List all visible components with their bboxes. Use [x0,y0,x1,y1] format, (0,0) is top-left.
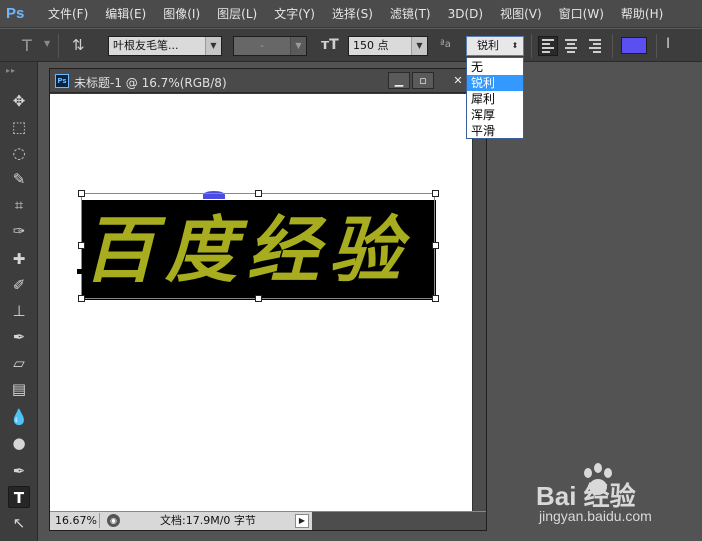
font-size-value: 150 点 [353,39,389,52]
canvas[interactable]: 百度经验 [50,94,472,511]
warp-text-icon[interactable]: Ⅰ [666,36,670,52]
history-brush-tool-icon[interactable]: ✒ [8,326,30,348]
menu-edit[interactable]: 编辑(E) [105,5,146,22]
transform-handle-bottom-left[interactable] [78,295,85,302]
path-selection-tool-icon[interactable]: ↖ [8,512,30,534]
font-family-select[interactable]: 叶根友毛笔... ▼ [108,36,222,56]
align-center-button[interactable] [562,36,582,56]
maximize-button[interactable]: ▫ [412,72,434,89]
menu-select[interactable]: 选择(S) [332,5,373,22]
updown-arrows-icon: ⬍ [507,37,523,55]
clone-stamp-tool-icon[interactable]: ⊥ [8,300,30,322]
align-right-button[interactable] [586,36,606,56]
font-family-value: 叶根友毛笔... [113,39,179,52]
eraser-tool-icon[interactable]: ▱ [8,352,30,374]
transform-handle-bottom[interactable] [255,295,262,302]
text-color-swatch[interactable] [621,37,647,54]
text-orientation-icon[interactable]: ⇅ [72,36,85,54]
photoshop-logo: Ps [6,4,25,22]
menu-bar: Ps 文件(F) 编辑(E) 图像(I) 图层(L) 文字(Y) 选择(S) 滤… [0,0,702,28]
chevron-down-icon: ▼ [290,37,306,55]
text-bounding-box[interactable] [81,193,435,299]
document-window: Ps 未标题-1 @ 16.7%(RGB/8) ▁ ▫ ✕ 百度经验 16.67… [49,68,487,531]
antialias-dropdown-list: 无 锐利 犀利 浑厚 平滑 [466,57,524,139]
menu-help[interactable]: 帮助(H) [621,5,663,22]
separator [531,34,532,58]
menu-3d[interactable]: 3D(D) [448,7,483,21]
blur-tool-icon[interactable]: 💧 [8,406,30,428]
status-info-icon[interactable]: ◉ [107,514,120,527]
menu-layer[interactable]: 图层(L) [217,5,257,22]
document-title: 未标题-1 @ 16.7%(RGB/8) [74,76,227,90]
antialias-option-sharp[interactable]: 锐利 [467,75,523,91]
transform-handle-top[interactable] [255,190,262,197]
transform-handle-right[interactable] [432,242,439,249]
menu-image[interactable]: 图像(I) [163,5,200,22]
font-style-select[interactable]: - ▼ [233,36,307,56]
antialias-option-strong[interactable]: 浑厚 [467,107,523,123]
text-anchor-mark [77,269,82,274]
transform-handle-top-left[interactable] [78,190,85,197]
antialias-option-crisp[interactable]: 犀利 [467,91,523,107]
chevron-down-icon: ▼ [205,37,221,55]
menu-filter[interactable]: 滤镜(T) [390,5,431,22]
gradient-tool-icon[interactable]: ▤ [8,378,30,400]
status-bar: 16.67% ◉ 文档:17.9M/0 字节 ▶ [50,511,486,530]
transform-handle-bottom-right[interactable] [432,295,439,302]
zoom-field[interactable]: 16.67% [52,513,100,528]
chevron-down-icon: ▼ [411,37,427,55]
text-tool-preset-icon[interactable]: T [22,36,40,55]
separator [58,34,59,58]
dodge-tool-icon[interactable]: ● [8,432,30,454]
crop-tool-icon[interactable]: ⌗ [8,194,30,216]
options-bar: T ▼ ⇅ 叶根友毛笔... ▼ - ▼ тT 150 点 ▼ ªa 锐利 ⬍ … [0,28,702,62]
ps-document-icon: Ps [55,74,69,88]
transform-handle-top-right[interactable] [432,190,439,197]
horizontal-scrollbar[interactable] [312,512,486,530]
pen-tool-icon[interactable]: ✒ [8,460,30,482]
document-info: 文档:17.9M/0 字节 [160,514,256,527]
menu-file[interactable]: 文件(F) [48,5,88,22]
document-titlebar[interactable]: Ps 未标题-1 @ 16.7%(RGB/8) ▁ ▫ ✕ [50,69,486,93]
status-menu-arrow-icon[interactable]: ▶ [295,514,309,528]
move-tool-icon[interactable]: ✥ [8,90,30,112]
antialias-select[interactable]: 锐利 ⬍ [466,36,524,56]
separator [612,34,613,58]
minimize-button[interactable]: ▁ [388,72,410,89]
antialias-icon: ªa [440,39,451,50]
antialias-value: 锐利 [477,39,499,52]
chevron-down-icon[interactable]: ▼ [44,39,50,48]
menu-window[interactable]: 窗口(W) [559,5,604,22]
vertical-scrollbar[interactable] [472,94,486,511]
font-style-value: - [260,39,264,52]
separator [656,34,657,58]
type-tool-icon[interactable]: T [8,486,30,508]
antialias-option-none[interactable]: 无 [467,59,523,75]
watermark-url: jingyan.baidu.com [539,508,652,524]
tools-panel: ▸▸ ✥ ⬚ ◌ ✎ ⌗ ✑ ✚ ✐ ⊥ ✒ ▱ ▤ 💧 ● ✒ T ↖ [0,62,38,541]
brush-tool-icon[interactable]: ✐ [8,274,30,296]
healing-brush-tool-icon[interactable]: ✚ [8,248,30,270]
font-size-select[interactable]: 150 点 ▼ [348,36,428,56]
panel-grip-icon[interactable]: ▸▸ [6,66,16,75]
align-left-button[interactable] [538,36,558,56]
font-size-icon: тT [321,37,339,53]
menu-type[interactable]: 文字(Y) [274,5,315,22]
menu-view[interactable]: 视图(V) [500,5,542,22]
lasso-tool-icon[interactable]: ◌ [8,142,30,164]
quick-select-tool-icon[interactable]: ✎ [8,168,30,190]
transform-handle-left[interactable] [78,242,85,249]
antialias-option-smooth[interactable]: 平滑 [467,123,523,139]
marquee-tool-icon[interactable]: ⬚ [8,116,30,138]
eyedropper-tool-icon[interactable]: ✑ [8,220,30,242]
